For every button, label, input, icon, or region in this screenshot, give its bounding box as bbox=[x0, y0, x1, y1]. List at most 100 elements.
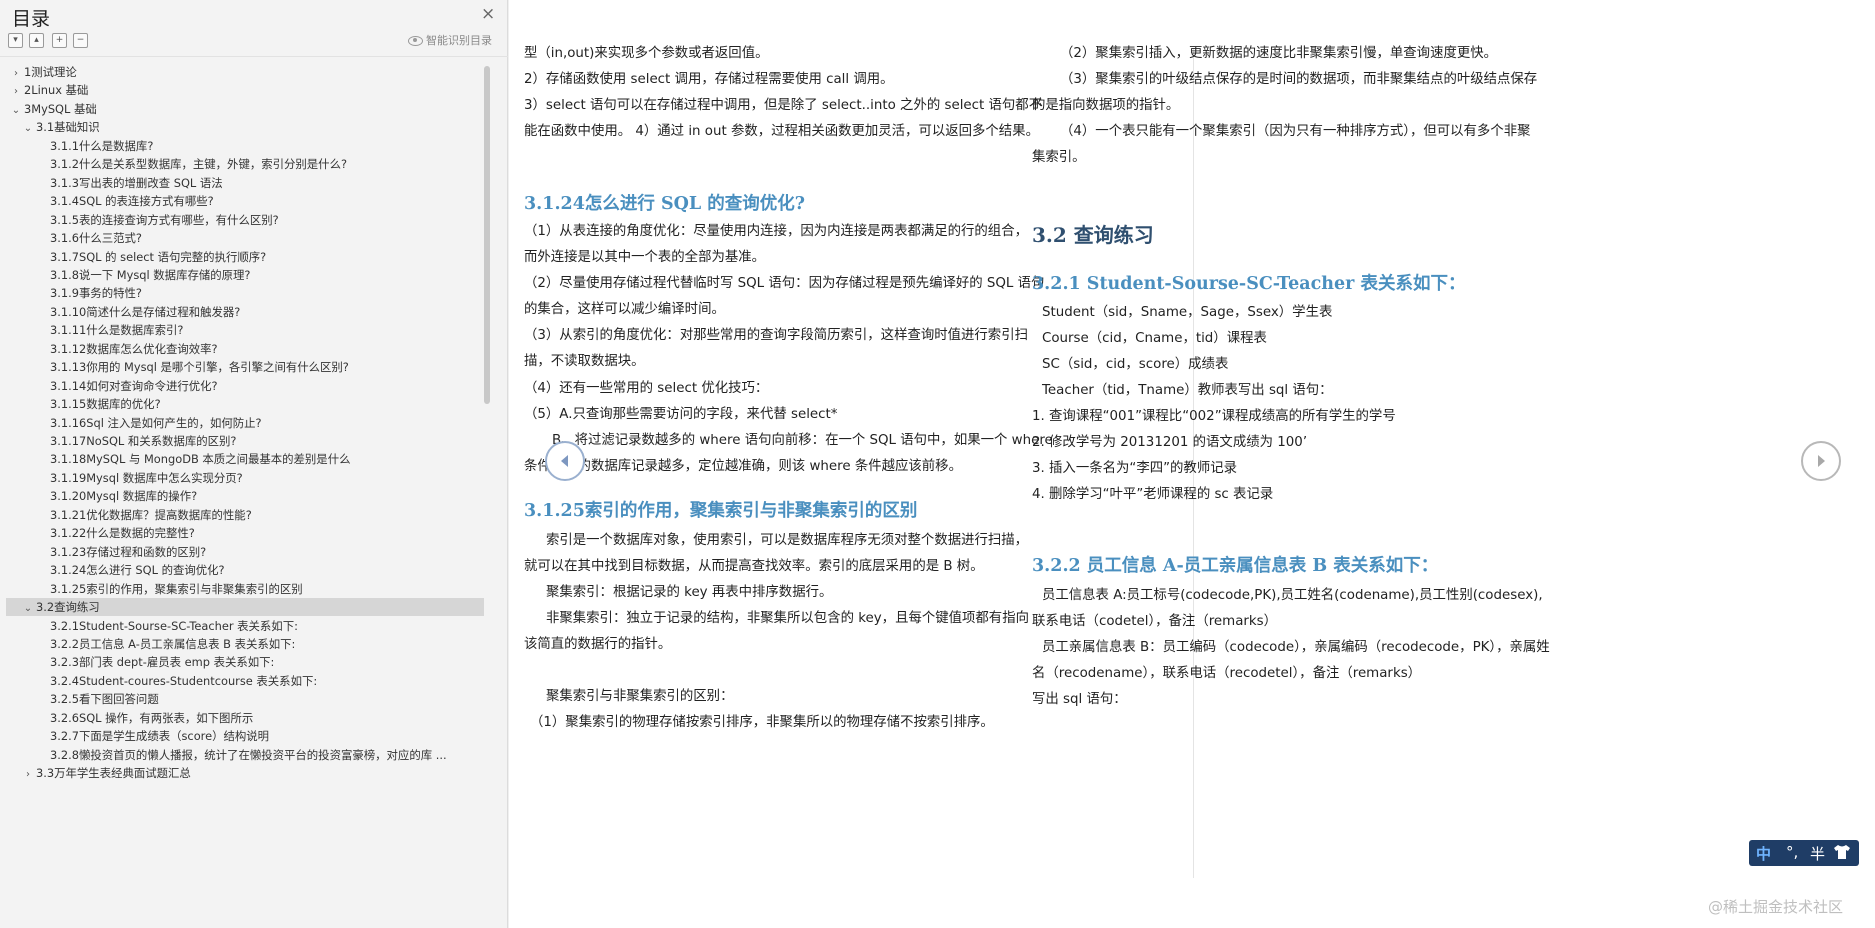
toc-item[interactable]: 3.1.22什么是数据的完整性? bbox=[6, 524, 484, 542]
chevron-down-icon[interactable]: ⌄ bbox=[10, 102, 22, 118]
toc-item-label: 3.1.8说一下 Mysql 数据库存储的原理? bbox=[50, 267, 251, 282]
toc-item[interactable]: 3.1.17NoSQL 和关系数据库的区别? bbox=[6, 432, 484, 450]
paragraph-line: 索引是一个数据库对象，使用索引，可以是数据库程序无须对整个数据进行扫描， bbox=[546, 533, 1029, 548]
toc-item[interactable]: 3.1.9事务的特性? bbox=[6, 284, 484, 302]
toc-item-label: 3.2.8懒投资首页的懒人播报，统计了在懒投资平台的投资富豪榜，对应的库 ... bbox=[50, 747, 447, 762]
toc-item[interactable]: 3.2.3部门表 dept-雇员表 emp 表关系如下: bbox=[6, 653, 484, 671]
subsection-heading: 3.1.24怎么进行 SQL 的查询优化? bbox=[524, 194, 806, 214]
expand-all-icon[interactable]: ▾ bbox=[8, 33, 23, 48]
toc-item[interactable]: 3.1.16Sql 注入是如何产生的，如何防止? bbox=[6, 414, 484, 432]
toc-item-label: 3.1.25索引的作用，聚集索引与非聚集索引的区别 bbox=[50, 581, 303, 596]
paragraph-line: （4）一个表只能有一个聚集索引（因为只有一种排序方式），但可以有多个非聚 bbox=[1060, 124, 1531, 139]
toc-item-label: 3.1.5表的连接查询方式有哪些，有什么区别? bbox=[50, 212, 279, 227]
toc-item-label: 3.1.24怎么进行 SQL 的查询优化? bbox=[50, 563, 225, 578]
toc-item[interactable]: 3.1.25索引的作用，聚集索引与非聚集索引的区别 bbox=[6, 580, 484, 598]
toc-item[interactable]: 3.1.5表的连接查询方式有哪些，有什么区别? bbox=[6, 211, 484, 229]
paragraph-line: 就可以在其中找到目标数据，从而提高查找效率。索引的底层采用的是 B 树。 bbox=[524, 559, 984, 574]
toc-item[interactable]: 3.1.21优化数据库？提高数据库的性能? bbox=[6, 506, 484, 524]
chevron-right-icon[interactable]: › bbox=[22, 766, 34, 782]
toc-item[interactable]: 3.1.24怎么进行 SQL 的查询优化? bbox=[6, 561, 484, 579]
paragraph-line: 写出 sql 语句： bbox=[1032, 692, 1127, 707]
toc-item[interactable]: 3.1.20Mysql 数据库的操作? bbox=[6, 487, 484, 505]
toc-item[interactable]: 3.1.4SQL 的表连接方式有哪些? bbox=[6, 192, 484, 210]
close-icon[interactable]: × bbox=[481, 4, 495, 24]
toc-item[interactable]: › 1测试理论 bbox=[6, 63, 484, 81]
paragraph-line: 2）存储函数使用 select 调用，存储过程需要使用 call 调用。 bbox=[524, 72, 894, 87]
chevron-right-icon[interactable]: › bbox=[10, 83, 22, 99]
toc-item[interactable]: › 3.3万年学生表经典面试题汇总 bbox=[6, 764, 484, 782]
chevron-down-icon[interactable]: ⌄ bbox=[22, 120, 34, 136]
toc-item[interactable]: 3.2.1Student-Sourse-SC-Teacher 表关系如下: bbox=[6, 617, 484, 635]
toc-item-label: 3.1.2什么是关系型数据库，主键，外键，索引分别是什么? bbox=[50, 157, 348, 172]
previous-page-button[interactable] bbox=[545, 441, 585, 481]
toc-item-label: 3.1.3写出表的增删改查 SQL 语法 bbox=[50, 175, 223, 190]
toc-item[interactable]: 3.1.10简述什么是存储过程和触发器? bbox=[6, 303, 484, 321]
toc-item-label: 3.1.13你用的 Mysql 是哪个引擎，各引擎之间有什么区别? bbox=[50, 360, 349, 375]
ime-indicator[interactable]: 中 °, 半 bbox=[1749, 840, 1859, 866]
toc-sidebar: 目录 × ▾ ▴ + − 智能识别目录 › 1测试理论 › 2Linux 基础 ⌄ 3My… bbox=[0, 0, 508, 928]
paragraph-line: 1. 查询课程“001”课程比“002”课程成绩高的所有学生的学号 bbox=[1032, 409, 1396, 424]
toc-item[interactable]: › 2Linux 基础 bbox=[6, 81, 484, 99]
paragraph-line: 2. 修改学号为 20131201 的语文成绩为 100’ bbox=[1032, 435, 1308, 450]
toc-item-label: 3.1.10简述什么是存储过程和触发器? bbox=[50, 304, 241, 319]
arrow-left-icon bbox=[561, 455, 568, 467]
toc-item[interactable]: 3.1.7SQL 的 select 语句完整的执行顺序? bbox=[6, 248, 484, 266]
paragraph-line: 聚集索引：根据记录的 key 再表中排序数据行。 bbox=[546, 585, 833, 600]
toc-item[interactable]: 3.2.5看下图回答问题 bbox=[6, 690, 484, 708]
toc-item[interactable]: ⌄ 3.2查询练习 bbox=[6, 598, 484, 617]
paragraph-line: Student（sid，Sname，Sage，Ssex）学生表 bbox=[1042, 305, 1333, 320]
toc-item[interactable]: 3.2.6SQL 操作，有两张表，如下图所示 bbox=[6, 709, 484, 727]
toc-item[interactable]: 3.1.8说一下 Mysql 数据库存储的原理? bbox=[6, 266, 484, 284]
paragraph-line: （3）聚集索引的叶级结点保存的是时间的数据项，而非聚集结点的叶级结点保存 bbox=[1060, 72, 1538, 87]
paragraph-line: 聚集索引与非聚集索引的区别： bbox=[546, 689, 734, 704]
paragraph-line: 员工信息表 A:员工标号(codecode,PK),员工姓名(codename)… bbox=[1042, 588, 1543, 603]
toc-item[interactable]: 3.1.12数据库怎么优化查询效率? bbox=[6, 340, 484, 358]
toc-item-label: 3.1.6什么三范式? bbox=[50, 231, 142, 246]
paragraph-line: SC（sid，cid，score）成绩表 bbox=[1042, 357, 1229, 372]
eye-icon bbox=[408, 36, 423, 46]
toc-item[interactable]: 3.1.11什么是数据库索引? bbox=[6, 321, 484, 339]
paragraph-line: Course（cid，Cname，tid）课程表 bbox=[1042, 331, 1267, 346]
toc-item-label: 3.1.11什么是数据库索引? bbox=[50, 323, 184, 338]
smart-toc-button[interactable]: 智能识别目录 bbox=[408, 32, 492, 48]
toc-item[interactable]: ⌄ 3.1基础知识 bbox=[6, 118, 484, 136]
smart-toc-label: 智能识别目录 bbox=[426, 34, 492, 47]
add-icon[interactable]: + bbox=[52, 33, 67, 48]
next-page-button[interactable] bbox=[1801, 441, 1841, 481]
paragraph-line: （1）聚集索引的物理存储按索引排序，非聚集所以的物理存储不按索引排序。 bbox=[530, 715, 994, 730]
toc-item-label: 3.1.4SQL 的表连接方式有哪些? bbox=[50, 194, 214, 209]
toc-item[interactable]: 3.2.4Student-coures-Studentcourse 表关系如下: bbox=[6, 672, 484, 690]
toc-item[interactable]: 3.1.3写出表的增删改查 SQL 语法 bbox=[6, 174, 484, 192]
toc-item[interactable]: ⌄ 3MySQL 基础 bbox=[6, 100, 484, 118]
toc-item[interactable]: 3.1.14如何对查询命令进行优化? bbox=[6, 377, 484, 395]
paragraph-line: 的是指向数据项的指针。 bbox=[1032, 98, 1180, 113]
toc-item[interactable]: 3.1.23存储过程和函数的区别? bbox=[6, 543, 484, 561]
toc-item-label: 3.1.15数据库的优化? bbox=[50, 397, 161, 412]
toc-item-label: 3.1基础知识 bbox=[36, 120, 100, 135]
collapse-all-icon[interactable]: ▴ bbox=[29, 33, 44, 48]
toc-item[interactable]: 3.1.6什么三范式? bbox=[6, 229, 484, 247]
toc-item-label: 3.2查询练习 bbox=[36, 600, 100, 615]
paragraph-line: 型（in,out)来实现多个参数或者返回值。 bbox=[524, 46, 769, 61]
toc-item[interactable]: 3.1.13你用的 Mysql 是哪个引擎，各引擎之间有什么区别? bbox=[6, 358, 484, 376]
toc-item[interactable]: 3.2.8懒投资首页的懒人播报，统计了在懒投资平台的投资富豪榜，对应的库 ... bbox=[6, 746, 484, 764]
toc-item[interactable]: 3.1.18MySQL 与 MongoDB 本质之间最基本的差别是什么 bbox=[6, 450, 484, 468]
paragraph-line: 4. 删除学习“叶平”老师课程的 sc 表记录 bbox=[1032, 487, 1274, 502]
toc-item[interactable]: 3.1.15数据库的优化? bbox=[6, 395, 484, 413]
ime-language: 中 bbox=[1756, 845, 1772, 863]
chevron-right-icon[interactable]: › bbox=[10, 65, 22, 81]
toc-scrollbar[interactable] bbox=[484, 66, 490, 404]
paragraph-line: （3）从索引的角度优化：对那些常用的查询字段简历索引，这样查询时值进行索引扫 bbox=[524, 328, 1028, 343]
toc-item[interactable]: 3.1.1什么是数据库? bbox=[6, 137, 484, 155]
toc-item[interactable]: 3.2.7下面是学生成绩表（score）结构说明 bbox=[6, 727, 484, 745]
toc-item[interactable]: 3.2.2员工信息 A-员工亲属信息表 B 表关系如下: bbox=[6, 635, 484, 653]
toc-item-label: 3.1.20Mysql 数据库的操作? bbox=[50, 489, 198, 504]
toc-item[interactable]: 3.1.2什么是关系型数据库，主键，外键，索引分别是什么? bbox=[6, 155, 484, 173]
chevron-down-icon[interactable]: ⌄ bbox=[22, 600, 34, 616]
paragraph-line: Teacher（tid，Tname）教师表写出 sql 语句： bbox=[1042, 383, 1333, 398]
toc-item-label: 2Linux 基础 bbox=[24, 83, 89, 98]
toc-item-label: 3.2.7下面是学生成绩表（score）结构说明 bbox=[50, 729, 270, 744]
toc-item[interactable]: 3.1.19Mysql 数据库中怎么实现分页? bbox=[6, 469, 484, 487]
arrow-right-icon bbox=[1818, 455, 1825, 467]
remove-icon[interactable]: − bbox=[73, 33, 88, 48]
